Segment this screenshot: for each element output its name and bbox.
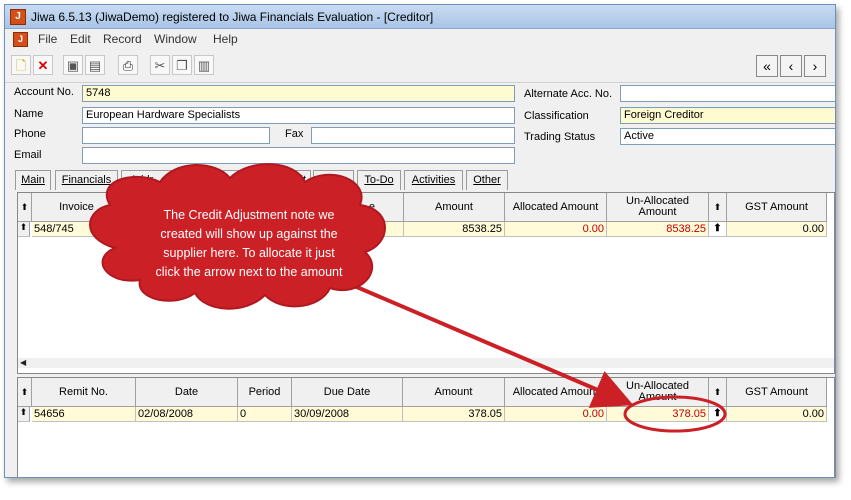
name-field[interactable]: European Hardware Specialists: [82, 107, 515, 124]
tab-todo[interactable]: To-Do: [357, 170, 401, 190]
delete-icon[interactable]: ✕: [33, 55, 53, 75]
tab-other[interactable]: Other: [466, 170, 508, 190]
allocated-column-header[interactable]: Allocated Amount: [505, 378, 607, 407]
allocate-column-icon[interactable]: ⬆: [709, 378, 727, 407]
trash-icon[interactable]: ▤: [85, 55, 105, 75]
gst-cell[interactable]: 0.00: [727, 222, 827, 237]
app-icon[interactable]: J: [10, 9, 26, 25]
gst-column-header[interactable]: GST Amount: [727, 193, 827, 222]
unallocated-cell[interactable]: 378.05: [607, 407, 709, 422]
gst-cell[interactable]: 0.00: [727, 407, 827, 422]
fax-label: Fax: [285, 128, 304, 140]
first-record-button[interactable]: «: [756, 55, 778, 77]
row-selector-icon[interactable]: ⬆: [18, 407, 30, 422]
cut-icon[interactable]: ✂: [150, 55, 170, 75]
amount-column-header[interactable]: Amount: [403, 378, 505, 407]
menu-edit[interactable]: Edit: [70, 32, 91, 46]
menu-help[interactable]: Help: [213, 32, 238, 46]
remit-grid[interactable]: ⬆ Remit No. Date Period Due Date Amount …: [17, 377, 835, 477]
account-no-field[interactable]: 5748: [82, 85, 515, 102]
tab-transactions[interactable]: [181, 170, 281, 190]
allocated-cell[interactable]: 0.00: [505, 222, 607, 237]
allocate-arrow-icon[interactable]: ⬆: [709, 222, 727, 237]
period-cell[interactable]: 0: [238, 407, 292, 422]
callout-line-2: created will show up against the: [160, 227, 338, 241]
invoice-column-header[interactable]: Invoice: [32, 193, 122, 222]
menu-window[interactable]: Window: [154, 32, 197, 46]
account-no-label: Account No.: [14, 86, 74, 98]
callout-line-1: The Credit Adjustment note we: [163, 208, 335, 222]
email-label: Email: [14, 149, 42, 161]
due-date-cell[interactable]: 30/09/2008: [292, 407, 403, 422]
trading-status-label: Trading Status: [524, 131, 596, 143]
invoice-cell[interactable]: 548/745: [32, 222, 122, 237]
menu-file[interactable]: File: [38, 32, 57, 46]
unallocated-cell[interactable]: 8538.25: [607, 222, 709, 237]
callout-line-3: supplier here. To allocate it just: [163, 246, 335, 260]
phone-label: Phone: [14, 128, 46, 140]
menu-record[interactable]: Record: [103, 32, 142, 46]
menu-bar: J File Edit Record Window Help: [5, 29, 835, 49]
gst-column-header[interactable]: GST Amount: [727, 378, 827, 407]
date-cell[interactable]: 02/08/2008: [136, 407, 238, 422]
document-icon[interactable]: J: [13, 32, 28, 47]
amount-cell[interactable]: 378.05: [403, 407, 505, 422]
tab-credit[interactable]: it: [281, 170, 311, 190]
phone-field[interactable]: [82, 127, 270, 144]
classification-label: Classification: [524, 110, 589, 122]
email-field[interactable]: [82, 147, 515, 164]
allocated-column-header[interactable]: Allocated Amount: [505, 193, 607, 222]
allocate-column-icon[interactable]: ⬆: [709, 193, 727, 222]
period-column-header[interactable]: Period: [238, 378, 292, 407]
horizontal-scrollbar[interactable]: ◀: [18, 358, 834, 368]
copy-icon[interactable]: ❐: [172, 55, 192, 75]
classification-field[interactable]: Foreign Creditor: [620, 107, 835, 124]
title-bar: J Jiwa 6.5.13 (JiwaDemo) registered to J…: [5, 5, 835, 29]
allocated-cell[interactable]: 0.00: [505, 407, 607, 422]
allocate-arrow-icon[interactable]: ⬆: [709, 407, 727, 422]
scroll-left-icon[interactable]: ◀: [20, 358, 26, 367]
date-column-header[interactable]: Date: [136, 378, 238, 407]
paste-icon[interactable]: ▥: [194, 55, 214, 75]
due-date-column-header[interactable]: Due Date: [292, 378, 403, 407]
previous-record-button[interactable]: ‹: [780, 55, 802, 77]
name-label: Name: [14, 108, 44, 120]
print-icon[interactable]: ⎙: [118, 55, 138, 75]
sort-arrow-icon[interactable]: ⬆: [18, 193, 32, 222]
new-icon[interactable]: 🗋: [11, 55, 31, 75]
save-icon[interactable]: ▣: [63, 55, 83, 75]
unallocated-column-header[interactable]: Un-Allocated Amount: [607, 378, 709, 407]
tab-address[interactable]: Addr: [121, 170, 181, 190]
remit-no-cell[interactable]: 54656: [32, 407, 136, 422]
toolbar: 🗋 ✕ ▣ ▤ ⎙ ✂ ❐ ▥ « ‹ ›: [5, 50, 835, 83]
tab-financials[interactable]: Financials: [55, 170, 118, 190]
callout-text: The Credit Adjustment note we created wi…: [127, 206, 371, 282]
tab-activities[interactable]: Activities: [404, 170, 463, 190]
remit-no-column-header[interactable]: Remit No.: [32, 378, 136, 407]
unallocated-column-header[interactable]: Un-Allocated Amount: [607, 193, 709, 222]
amount-cell[interactable]: 8538.25: [404, 222, 505, 237]
alternate-acc-field[interactable]: [620, 85, 835, 102]
sort-arrow-icon[interactable]: ⬆: [18, 378, 32, 407]
callout-line-4: click the arrow next to the amount: [155, 265, 343, 279]
tab-main[interactable]: Main: [15, 170, 51, 190]
window-title: Jiwa 6.5.13 (JiwaDemo) registered to Jiw…: [31, 10, 434, 24]
tab-notes[interactable]: Notes: [313, 170, 354, 190]
fax-field[interactable]: [311, 127, 515, 144]
row-selector-icon[interactable]: ⬆: [18, 222, 30, 237]
alternate-acc-label: Alternate Acc. No.: [524, 88, 613, 100]
next-record-button[interactable]: ›: [804, 55, 826, 77]
amount-column-header[interactable]: Amount: [404, 193, 505, 222]
trading-status-field[interactable]: Active: [620, 128, 835, 145]
